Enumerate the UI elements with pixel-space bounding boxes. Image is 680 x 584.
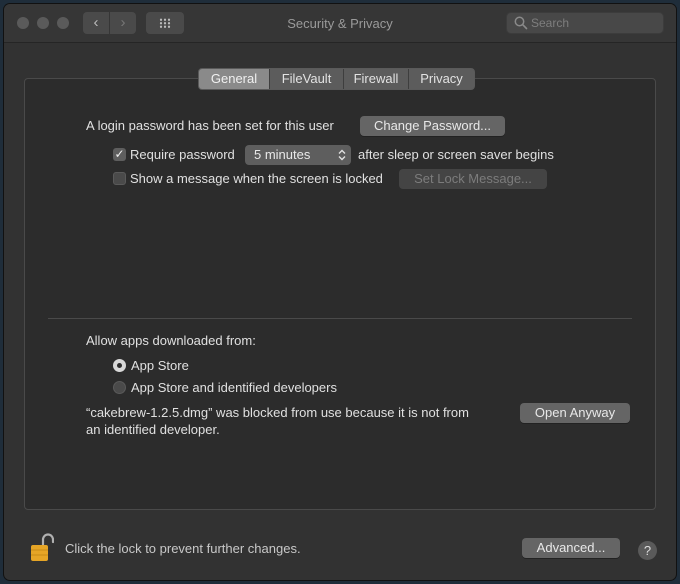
advanced-button[interactable]: Advanced... [522, 538, 620, 558]
search-icon [514, 16, 528, 30]
blocked-message-line2: an identified developer. [86, 422, 220, 437]
change-password-button[interactable]: Change Password... [360, 116, 505, 136]
show-message-checkbox[interactable] [113, 172, 126, 185]
lock-open-icon[interactable] [30, 532, 54, 562]
identified-developers-radio[interactable] [113, 381, 126, 394]
search-field[interactable] [506, 12, 664, 34]
tab-filevault[interactable]: FileVault [269, 69, 343, 89]
blocked-message-line1: “cakebrew-1.2.5.dmg” was blocked from us… [86, 405, 469, 420]
identified-developers-radio-label: App Store and identified developers [131, 380, 337, 395]
require-password-label: Require password [130, 147, 235, 162]
help-icon[interactable]: ? [638, 541, 657, 560]
content-panel [24, 78, 656, 510]
tab-firewall[interactable]: Firewall [343, 69, 408, 89]
tab-privacy[interactable]: Privacy [408, 69, 474, 89]
require-password-delay-select[interactable]: 5 minutes [245, 145, 351, 165]
open-anyway-button[interactable]: Open Anyway [520, 403, 630, 423]
tab-bar: General FileVault Firewall Privacy [198, 68, 475, 90]
preferences-window: ‹ › Security & Privacy General FileVault… [4, 4, 676, 580]
require-password-delay-value: 5 minutes [254, 147, 311, 162]
set-lock-message-button[interactable]: Set Lock Message... [399, 169, 547, 189]
updown-chevron-icon [338, 149, 346, 161]
allow-apps-heading: Allow apps downloaded from: [86, 333, 256, 348]
require-password-suffix: after sleep or screen saver begins [358, 147, 554, 162]
app-store-radio-label: App Store [131, 358, 189, 373]
lock-status-text: Click the lock to prevent further change… [65, 541, 301, 556]
login-password-text: A login password has been set for this u… [86, 118, 334, 133]
require-password-checkbox[interactable]: ✓ [113, 148, 126, 161]
section-divider [48, 318, 632, 319]
tab-general[interactable]: General [199, 69, 269, 89]
title-bar: ‹ › Security & Privacy [4, 4, 676, 43]
search-input[interactable] [531, 15, 659, 31]
show-message-label: Show a message when the screen is locked [130, 171, 383, 186]
app-store-radio[interactable] [113, 359, 126, 372]
